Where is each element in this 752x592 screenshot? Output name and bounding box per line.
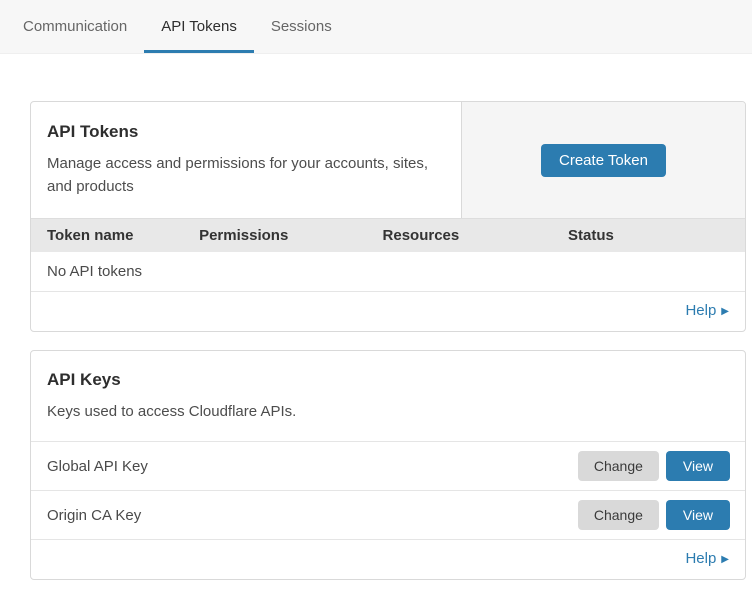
view-global-api-key-button[interactable]: View bbox=[666, 451, 730, 481]
api-tokens-footer: Help ▶ bbox=[31, 292, 745, 331]
api-tokens-action-panel: Create Token bbox=[461, 102, 745, 218]
api-tokens-subtitle: Manage access and permissions for your a… bbox=[47, 152, 445, 198]
tab-communication[interactable]: Communication bbox=[6, 0, 144, 53]
create-token-button[interactable]: Create Token bbox=[541, 144, 666, 177]
help-arrow-icon: ▶ bbox=[721, 554, 729, 565]
key-row-origin-ca-key: Origin CA Key Change View bbox=[31, 490, 745, 539]
api-tokens-card: API Tokens Manage access and permissions… bbox=[30, 101, 746, 332]
page-content: API Tokens Manage access and permissions… bbox=[0, 54, 752, 580]
api-tokens-header-text: API Tokens Manage access and permissions… bbox=[31, 102, 461, 218]
tab-sessions[interactable]: Sessions bbox=[254, 0, 349, 53]
api-tokens-header: API Tokens Manage access and permissions… bbox=[31, 102, 745, 218]
tab-api-tokens[interactable]: API Tokens bbox=[144, 0, 254, 53]
api-keys-title: API Keys bbox=[47, 370, 729, 390]
api-tokens-title: API Tokens bbox=[47, 122, 445, 142]
api-keys-header: API Keys Keys used to access Cloudflare … bbox=[31, 351, 745, 441]
api-keys-subtitle: Keys used to access Cloudflare APIs. bbox=[47, 400, 729, 423]
api-keys-help-link[interactable]: Help ▶ bbox=[685, 550, 729, 567]
change-origin-ca-key-button[interactable]: Change bbox=[578, 500, 659, 530]
key-row-global-api-key: Global API Key Change View bbox=[31, 441, 745, 490]
column-header-token-name: Token name bbox=[47, 227, 199, 244]
view-origin-ca-key-button[interactable]: View bbox=[666, 500, 730, 530]
change-global-api-key-button[interactable]: Change bbox=[578, 451, 659, 481]
tab-bar: Communication API Tokens Sessions bbox=[0, 0, 752, 54]
key-actions-global: Change View bbox=[578, 451, 730, 481]
help-arrow-icon: ▶ bbox=[721, 306, 729, 317]
help-link-label: Help bbox=[685, 302, 716, 319]
help-link-label: Help bbox=[685, 550, 716, 567]
tokens-table-header: Token name Permissions Resources Status bbox=[31, 218, 745, 252]
column-header-resources: Resources bbox=[383, 227, 569, 244]
api-keys-card: API Keys Keys used to access Cloudflare … bbox=[30, 350, 746, 580]
key-actions-origin: Change View bbox=[578, 500, 730, 530]
key-name-global-api-key: Global API Key bbox=[47, 458, 578, 475]
api-keys-footer: Help ▶ bbox=[31, 539, 745, 579]
tokens-empty-message: No API tokens bbox=[31, 252, 745, 292]
api-tokens-help-link[interactable]: Help ▶ bbox=[685, 302, 729, 319]
key-name-origin-ca-key: Origin CA Key bbox=[47, 507, 578, 524]
column-header-status: Status bbox=[568, 227, 729, 244]
column-header-permissions: Permissions bbox=[199, 227, 382, 244]
